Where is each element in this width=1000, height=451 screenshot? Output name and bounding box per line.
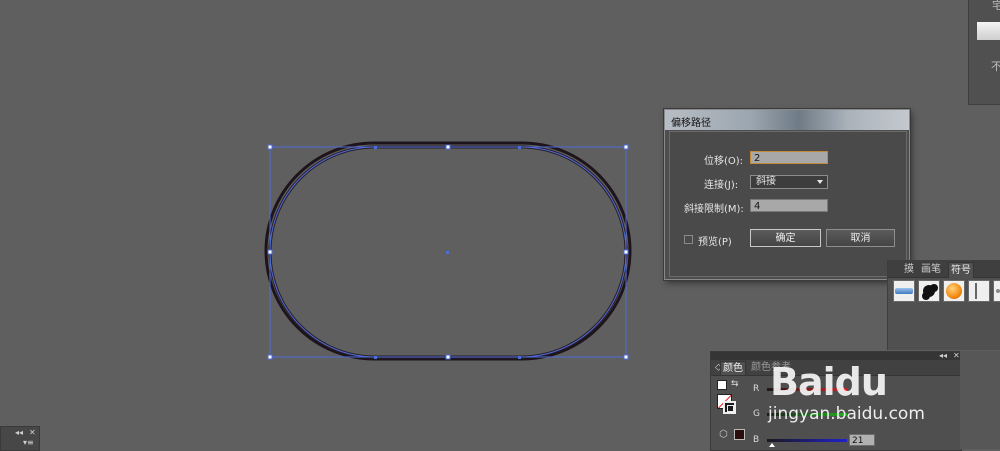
panel-label: 宅 (992, 0, 1000, 12)
symbol-swatch-brush[interactable] (968, 280, 990, 302)
offset-path-dialog: 偏移路径 位移(O): 2 连接(J): 斜接 斜接限制(M): 4 预览(P)… (664, 109, 910, 280)
chevron-down-icon (817, 180, 823, 184)
gradient-swatch[interactable] (977, 22, 1000, 40)
dialog-title: 偏移路径 (671, 118, 711, 129)
collapse-icon[interactable]: ◂◂ (15, 428, 23, 437)
default-colors-icon[interactable] (717, 380, 727, 390)
center-point (446, 251, 449, 254)
mini-panel: ◂◂ ✕ ▾≡ (0, 426, 40, 451)
tab-symbols[interactable]: 符号 (948, 262, 974, 278)
top-right-panel: 宅 不 (968, 0, 1000, 105)
symbol-swatch-orange-sphere[interactable] (943, 280, 965, 302)
join-label: 连接(J): (704, 180, 739, 191)
selected-path-highlight (269, 146, 627, 358)
bbox-handle[interactable] (267, 354, 273, 360)
bbox-handle[interactable] (445, 144, 451, 150)
bbox-handle[interactable] (267, 144, 273, 150)
tab-swatches[interactable]: 摸 (902, 262, 916, 277)
bbox-handle[interactable] (623, 354, 629, 360)
watermark-url: jingyan.baidu.com (768, 404, 925, 424)
slider-thumb-icon[interactable] (769, 443, 775, 447)
panel-menu-icon[interactable]: ▾≡ (23, 438, 34, 447)
swap-colors-icon[interactable]: ⇆ (731, 379, 739, 389)
preview-label[interactable]: 预览(P) (698, 233, 732, 248)
anchor-point[interactable] (374, 146, 377, 149)
offset-label: 位移(O): (704, 156, 744, 167)
anchor-point[interactable] (374, 356, 377, 359)
panel-label: 不 (991, 60, 1000, 73)
selected-path[interactable] (268, 145, 628, 359)
join-value: 斜接 (756, 176, 776, 187)
close-icon[interactable]: ✕ (29, 428, 36, 437)
tab-brushes[interactable]: 画笔 (919, 262, 943, 277)
bbox-handle[interactable] (623, 144, 629, 150)
preview-checkbox[interactable] (684, 235, 693, 244)
symbol-swatch-ink-splat[interactable] (918, 280, 940, 302)
ok-button[interactable]: 确定 (750, 229, 821, 247)
cube-icon[interactable]: ⬡ (719, 429, 728, 440)
symbol-swatch-dots[interactable] (993, 280, 1000, 302)
bbox-handle[interactable] (623, 249, 629, 255)
dialog-titlebar[interactable]: 偏移路径 (665, 110, 909, 130)
dialog-body: 位移(O): 2 连接(J): 斜接 斜接限制(M): 4 预览(P) 确定 取… (669, 131, 907, 277)
bbox-handle[interactable] (445, 354, 451, 360)
anchor-point[interactable] (518, 356, 521, 359)
symbols-panel-tabs: 摸 画笔 符号 (888, 260, 1000, 278)
cancel-button[interactable]: 取消 (826, 229, 895, 247)
anchor-point[interactable] (518, 146, 521, 149)
offset-path[interactable] (264, 141, 632, 361)
bbox-handle[interactable] (267, 249, 273, 255)
miter-limit-input[interactable]: 4 (750, 199, 828, 212)
watermark-logo: Baidu (770, 360, 888, 404)
symbol-swatch-blue-bar[interactable] (893, 280, 915, 302)
symbols-panel: 摸 画笔 符号 (887, 260, 1000, 350)
join-select[interactable]: 斜接 (750, 175, 828, 189)
stroke-swatch[interactable] (723, 401, 736, 414)
offset-input[interactable]: 2 (750, 151, 828, 164)
watermark: Baidu jingyan.baidu.com (740, 352, 970, 442)
miter-limit-label: 斜接限制(M): (684, 204, 744, 215)
bounding-box (269, 146, 627, 358)
